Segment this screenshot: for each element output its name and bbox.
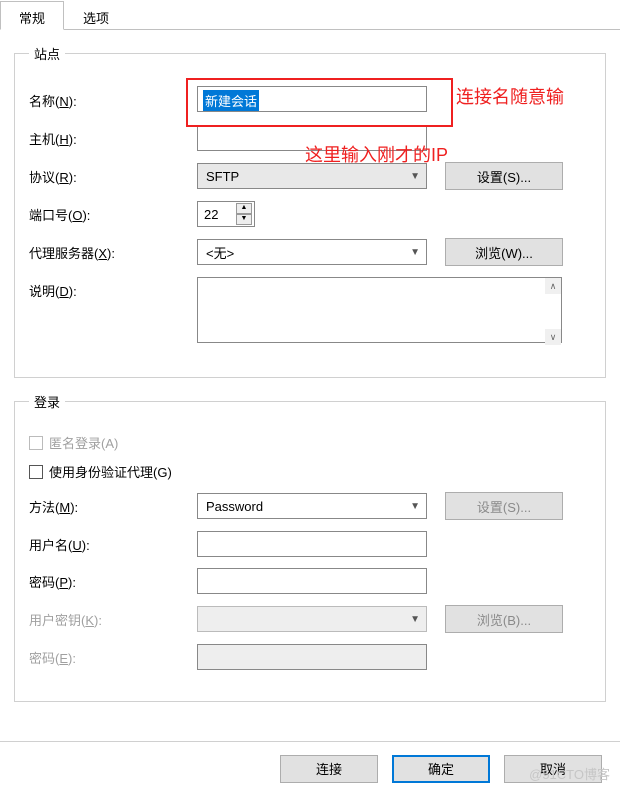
- keypass-input: [197, 644, 427, 670]
- tab-options[interactable]: 选项: [64, 1, 128, 30]
- method-settings-button: 设置(S)...: [445, 492, 563, 520]
- port-label: 端口号(O):: [29, 205, 197, 224]
- ok-button[interactable]: 确定: [392, 755, 490, 783]
- chevron-down-icon: ▼: [410, 614, 420, 625]
- connect-button[interactable]: 连接: [280, 755, 378, 783]
- content-area: 站点 名称(N): 新建会话 主机(H): 协议(R): SFTP ▼: [0, 30, 620, 730]
- login-legend: 登录: [29, 392, 65, 411]
- method-label: 方法(M):: [29, 497, 197, 516]
- userkey-select: ▼: [197, 606, 427, 632]
- description-textarea[interactable]: [197, 277, 562, 343]
- method-select[interactable]: Password ▼: [197, 493, 427, 519]
- username-input[interactable]: [197, 531, 427, 557]
- userkey-browse-button: 浏览(B)...: [445, 605, 563, 633]
- protocol-label: 协议(R):: [29, 167, 197, 186]
- port-input[interactable]: 22 ▲ ▼: [197, 201, 255, 227]
- password-label: 密码(P):: [29, 572, 197, 591]
- site-fieldset: 站点 名称(N): 新建会话 主机(H): 协议(R): SFTP ▼: [14, 44, 606, 378]
- anonymous-label: 匿名登录(A): [49, 433, 118, 452]
- keypass-label: 密码(E):: [29, 648, 197, 667]
- port-spin-up[interactable]: ▲: [236, 203, 252, 214]
- anonymous-checkbox: [29, 436, 43, 450]
- chevron-down-icon: ▼: [410, 501, 420, 512]
- host-label: 主机(H):: [29, 129, 197, 148]
- password-input[interactable]: [197, 568, 427, 594]
- proxy-label: 代理服务器(X):: [29, 243, 197, 262]
- protocol-settings-button[interactable]: 设置(S)...: [445, 162, 563, 190]
- auth-agent-checkbox[interactable]: [29, 465, 43, 479]
- protocol-select[interactable]: SFTP ▼: [197, 163, 427, 189]
- cancel-button[interactable]: 取消: [504, 755, 602, 783]
- username-label: 用户名(U):: [29, 535, 197, 554]
- userkey-label: 用户密钥(K):: [29, 610, 197, 629]
- tab-general[interactable]: 常规: [0, 1, 64, 30]
- port-spin-down[interactable]: ▼: [236, 214, 252, 225]
- chevron-down-icon: ▼: [410, 171, 420, 182]
- proxy-browse-button[interactable]: 浏览(W)...: [445, 238, 563, 266]
- auth-agent-label: 使用身份验证代理(G): [49, 462, 172, 481]
- name-input-selection: 新建会话: [203, 90, 259, 111]
- chevron-down-icon: ▼: [410, 247, 420, 258]
- host-input[interactable]: [197, 125, 427, 151]
- scroll-down-icon[interactable]: ∨: [545, 329, 561, 345]
- site-legend: 站点: [29, 44, 65, 63]
- proxy-select[interactable]: <无> ▼: [197, 239, 427, 265]
- scroll-up-icon[interactable]: ∧: [545, 278, 561, 294]
- dialog-footer: 连接 确定 取消: [0, 741, 620, 795]
- login-fieldset: 登录 匿名登录(A) 使用身份验证代理(G) 方法(M): Password ▼…: [14, 392, 606, 702]
- description-label: 说明(D):: [29, 277, 197, 300]
- name-label: 名称(N):: [29, 91, 197, 110]
- tab-strip: 常规 选项: [0, 0, 620, 30]
